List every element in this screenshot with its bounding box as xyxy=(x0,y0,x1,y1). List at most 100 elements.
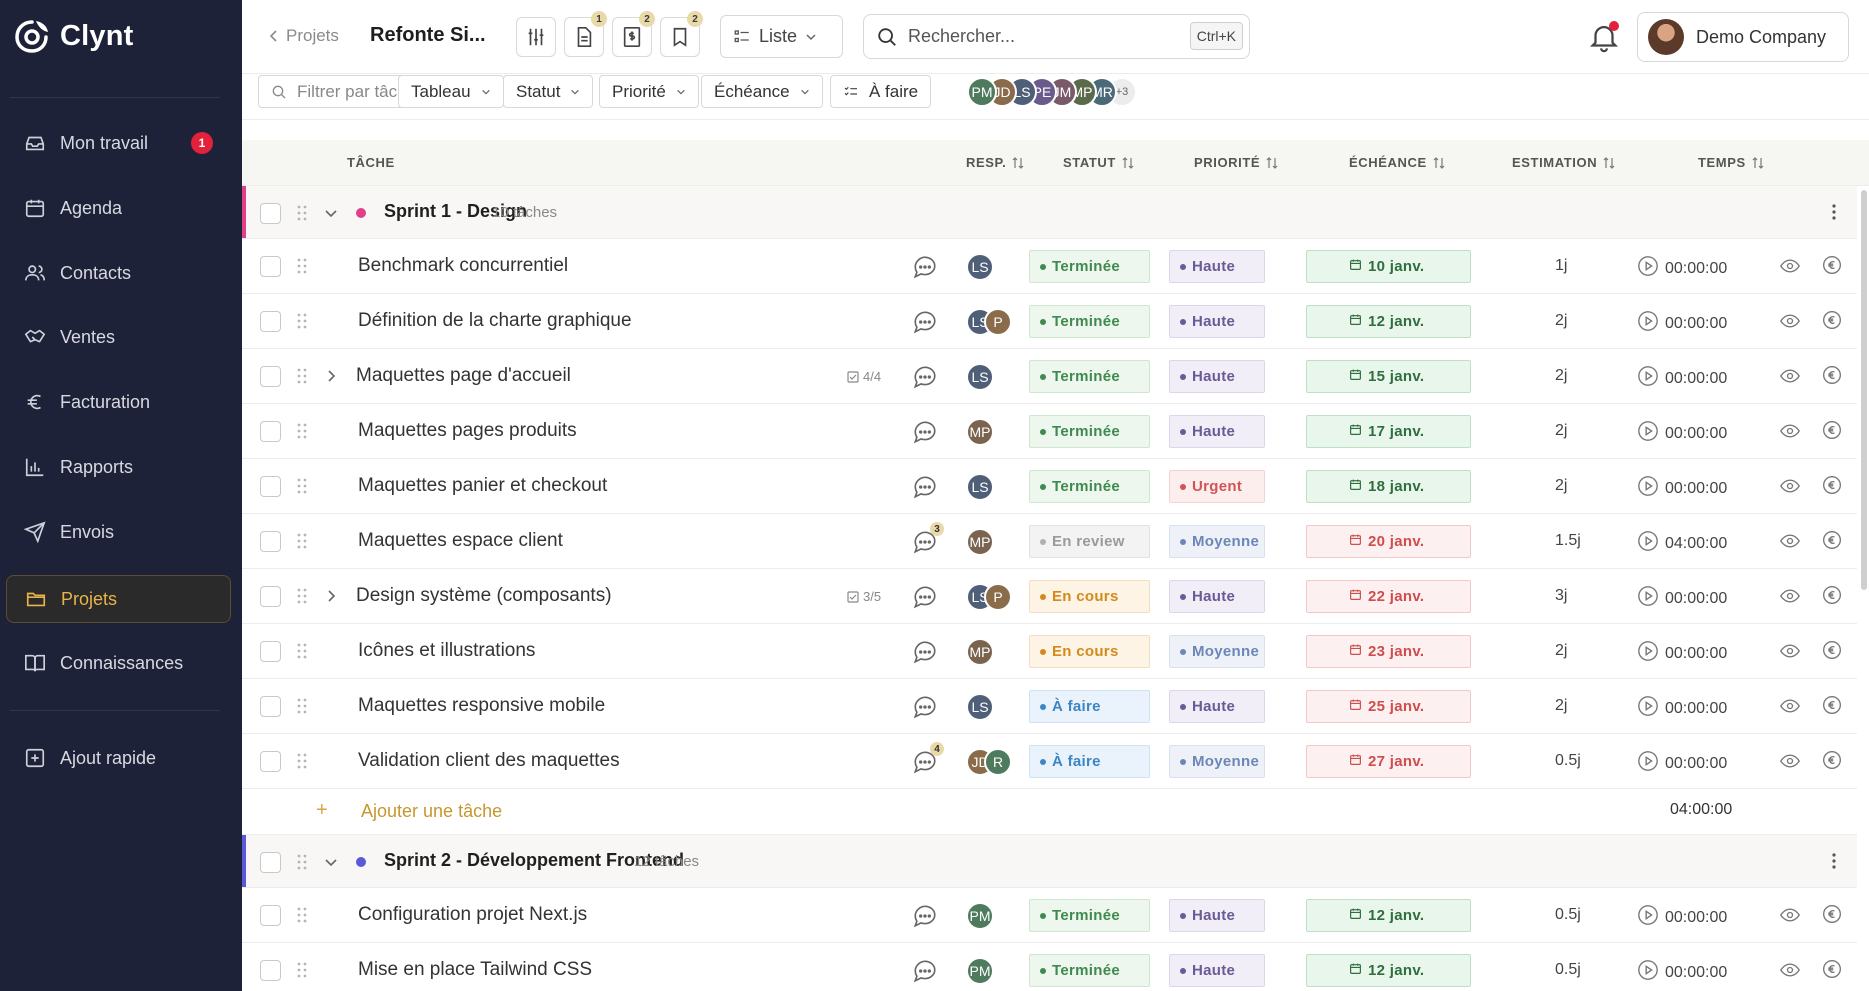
comment-icon[interactable] xyxy=(912,694,938,720)
status-badge[interactable]: Terminée xyxy=(1029,360,1150,393)
sidebar-item-contacts[interactable]: Contacts xyxy=(6,249,231,297)
task-name[interactable]: Validation client des maquettes xyxy=(358,750,620,772)
assignees[interactable]: PM xyxy=(966,902,994,930)
euro-icon[interactable] xyxy=(1822,530,1842,550)
search-input[interactable] xyxy=(908,26,1168,47)
play-icon[interactable] xyxy=(1637,695,1659,722)
comment-icon[interactable] xyxy=(912,584,938,610)
task-name[interactable]: Maquettes panier et checkout xyxy=(358,475,607,497)
avatar[interactable]: MP xyxy=(966,638,994,666)
status-badge[interactable]: Terminée xyxy=(1029,415,1150,448)
add-task-button[interactable]: Ajouter une tâche xyxy=(361,801,502,822)
avatar[interactable]: LS xyxy=(966,693,994,721)
row-checkbox[interactable] xyxy=(260,256,281,277)
row-checkbox[interactable] xyxy=(260,531,281,552)
comment-icon[interactable] xyxy=(912,364,938,390)
task-row[interactable]: Validation client des maquettes 4 JD R À fai… xyxy=(242,734,1857,789)
row-checkbox[interactable] xyxy=(260,905,281,926)
avatar[interactable]: PM xyxy=(966,902,994,930)
status-badge[interactable]: À faire xyxy=(1029,690,1150,723)
timer[interactable]: 00:00:00 xyxy=(1637,640,1727,667)
task-name[interactable]: Maquettes pages produits xyxy=(358,420,577,442)
avatar[interactable]: LS xyxy=(966,473,994,501)
play-icon[interactable] xyxy=(1637,255,1659,282)
status-badge[interactable]: En review xyxy=(1029,525,1150,558)
column-header-statut[interactable]: STATUT xyxy=(1063,155,1134,170)
task-name[interactable]: Maquettes page d'accueil xyxy=(356,365,571,387)
sidebar-item-rapports[interactable]: Rapports xyxy=(6,443,231,491)
task-row[interactable]: Icônes et illustrations MP En cours Moyenne… xyxy=(242,624,1857,679)
due-date-badge[interactable]: 12 janv. xyxy=(1306,305,1471,338)
timer[interactable]: 00:00:00 xyxy=(1637,365,1727,392)
eye-icon[interactable] xyxy=(1780,587,1800,605)
avatar[interactable]: MP xyxy=(966,418,994,446)
comment-icon[interactable] xyxy=(912,254,938,280)
row-checkbox[interactable] xyxy=(260,960,281,981)
assignees[interactable]: MP xyxy=(966,638,994,666)
notifications-button[interactable] xyxy=(1587,20,1621,54)
due-date-badge[interactable]: 20 janv. xyxy=(1306,525,1471,558)
chevron-down-icon[interactable] xyxy=(322,204,340,222)
assignees[interactable]: LS xyxy=(966,473,994,501)
euro-icon[interactable] xyxy=(1822,310,1842,330)
priority-badge[interactable]: Urgent xyxy=(1169,470,1265,503)
assignees[interactable]: LS P xyxy=(966,308,1012,336)
play-icon[interactable] xyxy=(1637,750,1659,777)
task-row[interactable]: Configuration projet Next.js PM Terminée Ha… xyxy=(242,888,1857,943)
drag-handle-icon[interactable] xyxy=(297,698,307,714)
eye-icon[interactable] xyxy=(1780,367,1800,385)
assignees[interactable]: JD R xyxy=(966,748,1012,776)
comment-icon[interactable] xyxy=(912,474,938,500)
drag-handle-icon[interactable] xyxy=(297,368,307,384)
drag-handle-icon[interactable] xyxy=(297,643,307,659)
timer[interactable]: 00:00:00 xyxy=(1637,695,1727,722)
drag-handle-icon[interactable] xyxy=(297,753,307,769)
sidebar-item-facturation[interactable]: Facturation xyxy=(6,378,231,426)
timer[interactable]: 04:00:00 xyxy=(1637,530,1727,557)
drag-handle-icon[interactable] xyxy=(297,478,307,494)
comment-icon[interactable] xyxy=(912,639,938,665)
avatar[interactable]: MP xyxy=(966,528,994,556)
task-row[interactable]: Maquettes espace client 3 MP En review Moyen… xyxy=(242,514,1857,569)
euro-icon[interactable] xyxy=(1822,475,1842,495)
comment-icon[interactable] xyxy=(912,309,938,335)
priorite-filter[interactable]: Priorité xyxy=(599,75,699,108)
priority-badge[interactable]: Haute xyxy=(1169,360,1265,393)
avatar[interactable]: R xyxy=(984,748,1012,776)
row-checkbox[interactable] xyxy=(260,852,281,873)
global-search[interactable]: Ctrl+K xyxy=(863,14,1250,59)
task-row[interactable]: Maquettes responsive mobile LS À faire Haut… xyxy=(242,679,1857,734)
status-badge[interactable]: En cours xyxy=(1029,580,1150,613)
vertical-scrollbar[interactable] xyxy=(1861,190,1867,590)
priority-badge[interactable]: Moyenne xyxy=(1169,525,1265,558)
avatar[interactable]: PM xyxy=(966,957,994,985)
due-date-badge[interactable]: 25 janv. xyxy=(1306,690,1471,723)
timer[interactable]: 00:00:00 xyxy=(1637,750,1727,777)
member-avatar[interactable]: PM xyxy=(967,77,997,107)
sidebar-item-mon-travail[interactable]: Mon travail 1 xyxy=(6,119,231,167)
bookmarks-button[interactable]: 2 xyxy=(660,11,703,57)
eye-icon[interactable] xyxy=(1780,422,1800,440)
more-options-icon[interactable] xyxy=(1831,851,1837,871)
timer[interactable]: 00:00:00 xyxy=(1637,959,1727,986)
timer[interactable]: 00:00:00 xyxy=(1637,585,1727,612)
drag-handle-icon[interactable] xyxy=(297,907,307,923)
timer[interactable]: 00:00:00 xyxy=(1637,420,1727,447)
avatar[interactable]: LS xyxy=(966,363,994,391)
task-row[interactable]: Maquettes panier et checkout LS Terminée Ur… xyxy=(242,459,1857,514)
euro-icon[interactable] xyxy=(1822,420,1842,440)
priority-badge[interactable]: Haute xyxy=(1169,250,1265,283)
timer[interactable]: 00:00:00 xyxy=(1637,904,1727,931)
add-task-row[interactable]: + Ajouter une tâche 04:00:00 xyxy=(242,789,1857,835)
task-name[interactable]: Design système (composants) xyxy=(356,585,612,607)
tableau-filter[interactable]: Tableau xyxy=(398,75,504,108)
status-badge[interactable]: Terminée xyxy=(1029,899,1150,932)
task-row[interactable]: Maquettes page d'accueil 4/4 LS Terminée Hau… xyxy=(242,349,1857,404)
app-logo[interactable]: Clynt xyxy=(14,18,134,54)
drag-handle-icon[interactable] xyxy=(297,258,307,274)
priority-badge[interactable]: Moyenne xyxy=(1169,745,1265,778)
due-date-badge[interactable]: 18 janv. xyxy=(1306,470,1471,503)
priority-badge[interactable]: Haute xyxy=(1169,415,1265,448)
due-date-badge[interactable]: 10 janv. xyxy=(1306,250,1471,283)
status-badge[interactable]: Terminée xyxy=(1029,954,1150,987)
